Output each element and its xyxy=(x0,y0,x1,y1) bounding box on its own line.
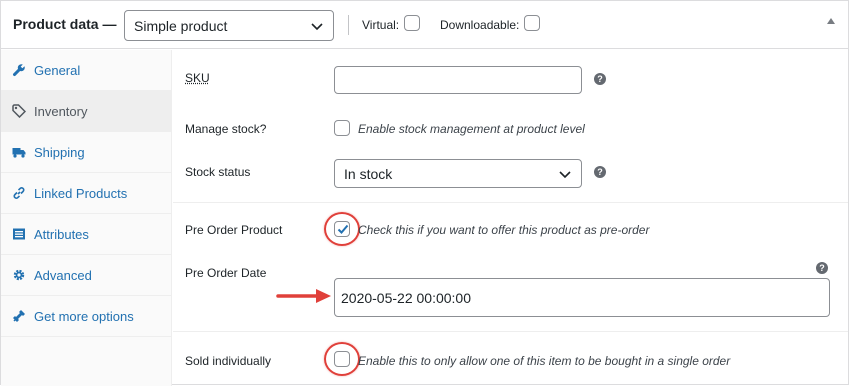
annotation-arrow xyxy=(276,289,331,303)
tab-general-label: General xyxy=(34,62,81,78)
tab-linked-products[interactable]: Linked Products xyxy=(1,173,172,214)
pre-order-date-input[interactable]: 2020-05-22 00:00:00 xyxy=(334,278,830,317)
sold-individually-description: Enable this to only allow one of this it… xyxy=(358,354,731,368)
inventory-panel: SKU ? Manage stock? Enable stock managem… xyxy=(173,50,848,386)
tag-icon xyxy=(12,104,26,118)
stock-status-select[interactable]: In stock xyxy=(334,159,582,188)
tab-shipping[interactable]: Shipping xyxy=(1,132,172,173)
chevron-down-icon xyxy=(310,19,324,33)
chevron-down-icon xyxy=(558,167,572,181)
product-data-header: Product data — Simple product Virtual: D… xyxy=(1,1,848,49)
tab-get-more-options[interactable]: Get more options xyxy=(1,296,172,337)
tab-get-more-options-label: Get more options xyxy=(34,308,134,324)
tab-general[interactable]: General xyxy=(1,50,172,91)
tab-advanced[interactable]: Advanced xyxy=(1,255,172,296)
truck-icon xyxy=(12,145,26,159)
wrench-icon xyxy=(12,63,26,77)
pre-order-date-value: 2020-05-22 00:00:00 xyxy=(341,289,471,306)
tab-shipping-label: Shipping xyxy=(34,144,85,160)
downloadable-label: Downloadable: xyxy=(440,18,520,32)
section-divider xyxy=(173,202,848,203)
sold-individually-label: Sold individually xyxy=(185,354,272,368)
stock-status-value: In stock xyxy=(344,165,393,182)
virtual-checkbox[interactable] xyxy=(404,15,420,31)
pre-order-description: Check this if you want to offer this pro… xyxy=(358,223,650,237)
plugin-icon xyxy=(12,309,26,323)
sku-input[interactable] xyxy=(334,66,582,94)
product-type-select[interactable]: Simple product xyxy=(124,10,334,41)
section-divider xyxy=(173,331,848,332)
tab-inventory-label: Inventory xyxy=(34,103,88,119)
manage-stock-description: Enable stock management at product level xyxy=(358,122,585,136)
pre-order-product-label: Pre Order Product xyxy=(185,223,283,237)
tab-attributes-label: Attributes xyxy=(34,226,89,242)
product-type-value: Simple product xyxy=(134,18,228,34)
pre-order-date-label: Pre Order Date xyxy=(185,266,267,280)
sku-label: SKU xyxy=(185,71,210,85)
manage-stock-label: Manage stock? xyxy=(185,122,267,136)
gear-icon xyxy=(12,268,26,282)
collapse-arrow-icon[interactable] xyxy=(827,18,835,24)
header-divider xyxy=(348,15,349,35)
tab-inventory[interactable]: Inventory xyxy=(1,91,172,132)
virtual-label: Virtual: xyxy=(362,18,400,32)
product-data-tabs: General Inventory Shipping Linked Produc… xyxy=(1,50,172,386)
list-icon xyxy=(12,227,26,241)
sold-individually-checkbox[interactable] xyxy=(334,351,350,367)
pre-order-checkbox[interactable] xyxy=(334,221,350,237)
link-icon xyxy=(12,186,26,200)
downloadable-checkbox[interactable] xyxy=(524,15,540,31)
tab-attributes[interactable]: Attributes xyxy=(1,214,172,255)
checkmark-icon xyxy=(337,224,349,234)
stock-status-label: Stock status xyxy=(185,165,251,179)
sku-help-icon[interactable]: ? xyxy=(594,73,606,85)
tab-linked-products-label: Linked Products xyxy=(34,185,128,201)
pre-order-date-help-icon[interactable]: ? xyxy=(816,262,828,274)
manage-stock-checkbox[interactable] xyxy=(334,120,350,136)
stock-status-help-icon[interactable]: ? xyxy=(594,166,606,178)
product-data-title: Product data — xyxy=(13,16,117,32)
product-data-panel: Product data — Simple product Virtual: D… xyxy=(0,0,849,386)
tab-advanced-label: Advanced xyxy=(34,267,92,283)
